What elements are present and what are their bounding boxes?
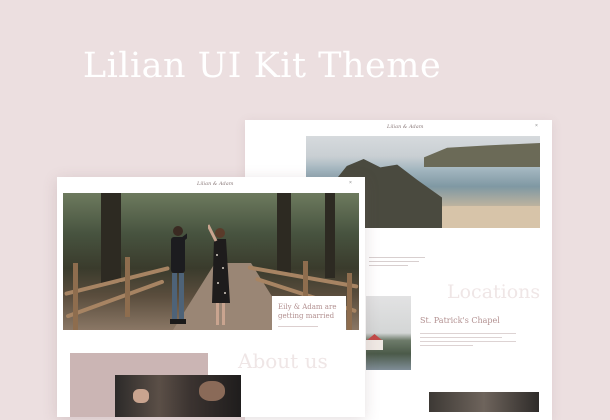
back-close-icon[interactable]: × — [535, 123, 538, 129]
back-bottom-image — [429, 392, 539, 412]
location-text-lines — [420, 333, 516, 346]
fence-post — [347, 273, 352, 330]
location-name: St. Patrick's Chapel — [420, 316, 500, 325]
tree-trunk — [277, 193, 291, 273]
groom-figure — [170, 226, 187, 324]
back-logo: Lilian & Adam — [387, 124, 424, 130]
back-intro-text-lines — [369, 257, 425, 266]
tree-trunk — [325, 193, 335, 278]
chapel-house — [366, 340, 383, 350]
about-photo — [115, 375, 241, 417]
tree-trunk — [101, 193, 121, 283]
distant-cliff — [424, 143, 540, 167]
about-heading: About us — [238, 349, 328, 373]
hand-detail — [133, 389, 149, 403]
card-text-line — [278, 326, 318, 327]
fence-rail — [65, 279, 165, 319]
locations-heading: Locations — [447, 281, 541, 303]
fence-post — [73, 263, 78, 330]
chapel-image — [366, 296, 411, 370]
fence-post — [125, 257, 130, 317]
announcement-card: Eily & Adam are getting married — [272, 296, 346, 330]
bride-figure — [208, 224, 230, 325]
front-mockup-page: Lilian & Adam × Eily & Adam are getting … — [57, 177, 365, 417]
hero-title: Lilian UI Kit Theme — [82, 46, 442, 86]
announcement-title: Eily & Adam are getting married — [278, 303, 337, 320]
front-close-icon[interactable]: × — [349, 180, 352, 186]
front-logo: Lilian & Adam — [197, 181, 234, 187]
face-detail — [199, 381, 225, 401]
couple-hero-image: Eily & Adam are getting married — [63, 193, 359, 330]
